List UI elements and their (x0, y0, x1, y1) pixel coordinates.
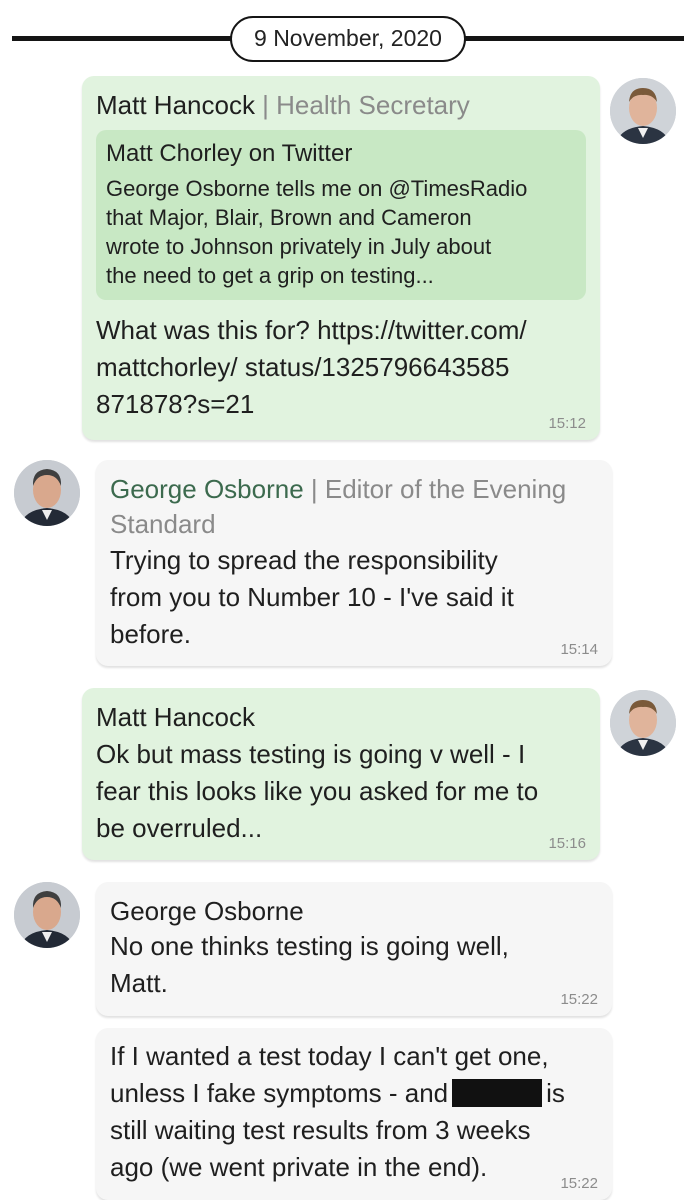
message-line: still waiting test results from 3 weeks (110, 1115, 531, 1145)
avatar-matt-hancock[interactable] (610, 690, 676, 756)
sender-role: Health Secretary (276, 90, 470, 120)
message-line: from you to Number 10 - I've said it (110, 582, 514, 612)
message-text: unless I fake symptoms - and (110, 1078, 449, 1108)
message-body[interactable]: What was this for? https://twitter.com/ … (96, 312, 527, 423)
quote-line: wrote to Johnson privately in July about (106, 234, 492, 259)
message-time: 15:16 (548, 835, 586, 852)
message-time: 15:22 (560, 1175, 598, 1192)
sender-line: Matt Hancock | Health Secretary (96, 88, 470, 123)
quote-line: that Major, Blair, Brown and Cameron (106, 205, 472, 230)
redacted-block (452, 1079, 543, 1107)
quote-title: Matt Chorley on Twitter (106, 140, 353, 167)
message-time: 15:12 (548, 415, 586, 432)
message-time: 15:22 (560, 991, 598, 1008)
quote-line: the need to get a grip on testing... (106, 263, 434, 288)
message-line: No one thinks testing is going well, (110, 931, 509, 961)
message-line: What was this for? https://twitter.com/ (96, 315, 527, 345)
message-line: mattchorley/ status/1325796643585 (96, 352, 510, 382)
quoted-tweet[interactable]: Matt Chorley on Twitter George Osborne t… (96, 130, 586, 300)
message-time: 15:14 (560, 641, 598, 658)
message-body[interactable]: Ok but mass testing is going v well - I … (96, 736, 538, 847)
message-hancock-2[interactable]: Matt Hancock Ok but mass testing is goin… (82, 688, 600, 860)
message-line: be overruled... (96, 813, 263, 843)
sender-separator: | (254, 90, 277, 120)
sender-name: Matt Hancock (96, 702, 255, 732)
message-osborne-1[interactable]: George Osborne | Editor of the Evening S… (96, 460, 612, 666)
avatar-george-osborne[interactable] (14, 460, 80, 526)
message-body[interactable]: No one thinks testing is going well, Mat… (110, 928, 509, 1002)
message-body[interactable]: If I wanted a test today I can't get one… (110, 1038, 600, 1186)
sender-separator: | (303, 474, 325, 504)
divider-line-left (12, 36, 234, 41)
message-hancock-1[interactable]: Matt Hancock | Health Secretary Matt Cho… (82, 76, 600, 440)
message-line: Ok but mass testing is going v well - I (96, 739, 526, 769)
sender-role: Editor of the Evening (324, 474, 567, 504)
avatar-matt-hancock[interactable] (610, 78, 676, 144)
message-line: ago (we went private in the end). (110, 1152, 488, 1182)
message-line: unless I fake symptoms - and is (110, 1075, 600, 1112)
message-osborne-2[interactable]: George Osborne No one thinks testing is … (96, 882, 612, 1016)
sender-name: Matt Hancock (96, 90, 255, 120)
message-line: fear this looks like you asked for me to (96, 776, 539, 806)
message-line: Matt. (110, 968, 168, 998)
quote-line: George Osborne tells me on @TimesRadio (106, 176, 528, 201)
sender-line: George Osborne | Editor of the Evening S… (110, 472, 600, 542)
avatar-george-osborne[interactable] (14, 882, 80, 948)
date-label: 9 November, 2020 (230, 16, 466, 62)
quote-body: George Osborne tells me on @TimesRadio t… (106, 174, 576, 290)
divider-line-right (464, 36, 684, 41)
sender-role-continued: Standard (110, 509, 216, 539)
sender-name: George Osborne (110, 896, 304, 926)
message-line: before. (110, 619, 191, 649)
date-divider: 9 November, 2020 (0, 14, 696, 66)
message-line: 871878?s=21 (96, 389, 255, 419)
message-body[interactable]: Trying to spread the responsibility from… (110, 542, 514, 653)
message-line: If I wanted a test today I can't get one… (110, 1041, 549, 1071)
sender-name: George Osborne (110, 474, 304, 504)
message-line: Trying to spread the responsibility (110, 545, 498, 575)
message-text: is (546, 1078, 565, 1108)
message-osborne-3[interactable]: If I wanted a test today I can't get one… (96, 1028, 612, 1200)
